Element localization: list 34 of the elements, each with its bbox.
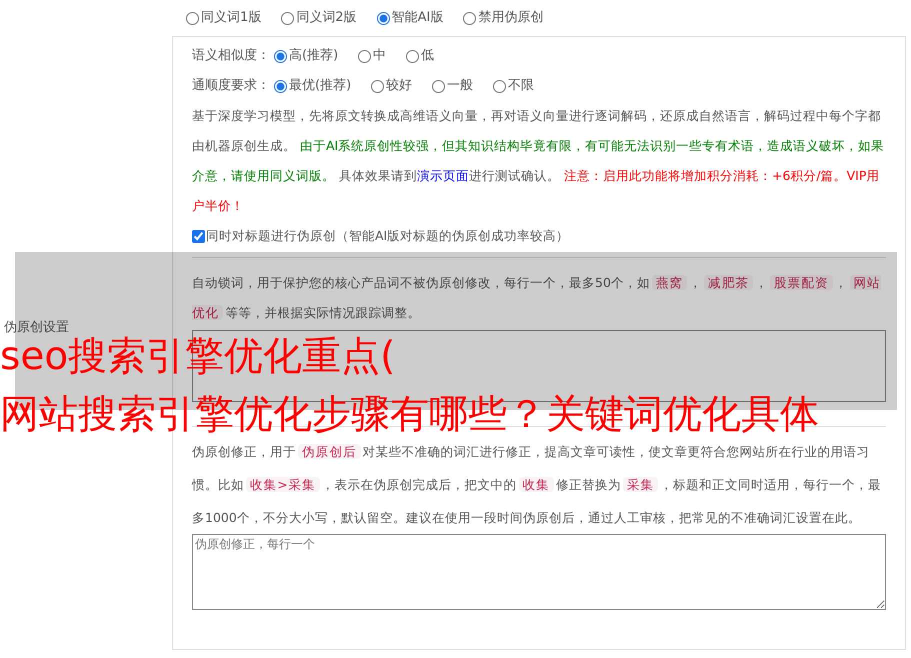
correction-description: 伪原创修正，用于 伪原创后 对某些不准确的词汇进行修正，提高文章可读性，使文章更符合您网站所在行业的用语习惯。比如 收集>采集 ，表示在伪原创完成后，把文中的 收集 修正替换为 采集 ，标题和正文同时适用，每行一个，最多1000个，不分大小写，默认留空。建议在使用一段时间伪原创后，通过人工审核，把常见的不准确词汇设置在此。 bbox=[192, 443, 882, 527]
option-label: 同义词1版 bbox=[201, 9, 262, 28]
option-label: 最优(推荐) bbox=[289, 77, 352, 95]
option-label: 禁用伪原创 bbox=[478, 9, 544, 28]
radio-button[interactable] bbox=[493, 80, 506, 92]
option-label: 低 bbox=[421, 47, 434, 65]
option-label: 智能AI版 bbox=[392, 9, 444, 28]
radio-button[interactable] bbox=[463, 12, 476, 24]
option-label: 不限 bbox=[508, 77, 534, 95]
option-label: 同时对标题进行伪原创（智能AI版对标题的伪原创成功率较高） bbox=[206, 227, 570, 245]
radio-button[interactable] bbox=[376, 12, 390, 24]
overlay-title-line: seo搜索引擎优化重点( bbox=[0, 336, 396, 378]
radio-button[interactable] bbox=[274, 80, 287, 92]
correction-field[interactable]: 伪原创修正，每行一个 bbox=[192, 534, 886, 610]
option-label: 一般 bbox=[447, 77, 474, 95]
radio-button[interactable] bbox=[371, 80, 384, 92]
overlay-title-line: 网站搜索引擎优化步骤有哪些？关键词优化具体 bbox=[0, 394, 819, 436]
option-label: 高(推荐) bbox=[289, 47, 338, 65]
radio-button[interactable] bbox=[432, 80, 446, 92]
radio-button[interactable] bbox=[274, 50, 287, 62]
demo-page-link[interactable]: 演示页面 bbox=[416, 168, 469, 183]
checkbox[interactable] bbox=[192, 230, 205, 242]
section-label: 伪原创设置 bbox=[4, 319, 69, 337]
radio-button[interactable] bbox=[358, 50, 372, 62]
radio-button[interactable] bbox=[406, 50, 420, 62]
option-label: 较好 bbox=[386, 77, 412, 95]
option-label: 同义词2版 bbox=[296, 9, 357, 28]
similarity-label: 语义相似度： bbox=[192, 47, 270, 65]
ai-description: 基于深度学习模型，先将原文转换成高维语义向量，再对语义向量进行逐词解码，还原成自然语言，解码过程中每个字都由机器原创生成。 由于AI系统原创性较强，但其知识结构毕竟有限，有可能无法识别一些专有术语，造成语义破坏，如果介意，请使用同义词版。 具体效果请到演示页面进行测试确认。 注意：启用此功能将增加积分消耗：+6积分/篇。VIP用户半价！ bbox=[192, 107, 886, 215]
lock-words-description: 自动锁词，用于保护您的核心产品词不被伪原创修改，每行一个，最多50个，如 燕窝 ， 减肥茶 ， 股票配资 ， 网站优化 等等，并根据实际情况跟踪调整。 bbox=[192, 274, 882, 322]
radio-button[interactable] bbox=[186, 12, 199, 24]
radio-button[interactable] bbox=[281, 12, 294, 24]
option-label: 中 bbox=[373, 47, 386, 65]
fluency-label: 通顺度要求： bbox=[192, 77, 270, 95]
